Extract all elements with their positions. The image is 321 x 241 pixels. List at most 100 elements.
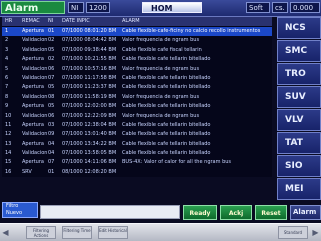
softkey-suv[interactable]: SUV <box>277 86 321 108</box>
row-type: Validacion <box>22 93 47 100</box>
filter-indicator[interactable]: Filtro Nuevo <box>2 202 38 218</box>
table-row[interactable]: 11 Apertura 03 07/1000 12:38:04 BM Cable fle… <box>2 121 272 130</box>
row-date: 07/1000 11:17:58 BM <box>62 74 117 81</box>
row-number: 2 <box>5 37 9 44</box>
row-type: Validacion <box>22 150 47 157</box>
row-date: 07/1000 09:38:44 BM <box>62 46 117 53</box>
row-alarm: Cable flexible cafe tellarin bitellado <box>122 140 211 147</box>
table-row[interactable]: 14 Validacion 04 07/1000 13:58:05 BM Cable f… <box>2 149 272 158</box>
row-number: 15 <box>5 159 12 166</box>
row-type: Apertura <box>22 140 44 147</box>
row-node: 01 <box>48 168 55 175</box>
filtering-time-button[interactable]: Filtering Time <box>62 226 92 239</box>
softkey-sio[interactable]: SIO <box>277 155 321 177</box>
table-row[interactable]: 15 Apertura 07 07/1000 14:11:06 BM BUS-4X: V… <box>2 158 272 167</box>
softkey-tro[interactable]: TRO <box>277 63 321 85</box>
table-header: HR REMAC NI DATE INPIC ALARM <box>2 17 272 26</box>
soft-indicator: Soft <box>246 2 270 13</box>
row-date: 07/1000 14:11:06 BM <box>62 159 117 166</box>
row-alarm: Cable flexible cafe tellarin bitellado <box>122 74 211 81</box>
mode-indicator: HOM <box>142 2 202 13</box>
scroll-right-icon[interactable]: ▶ <box>312 227 319 238</box>
table-row[interactable]: 1 Apertura 01 07/1000 08:01:20 BM Cable flex… <box>2 27 272 37</box>
table-row[interactable]: 10 Validacion 06 07/1000 12:22:09 BM Valor f… <box>2 112 272 121</box>
alarm-screen: Alarm NI 1200 HOM Soft cs. 0.000 HR REMA… <box>0 0 321 241</box>
table-row[interactable]: 13 Apertura 04 07/1000 13:34:22 BM Cable fle… <box>2 140 272 149</box>
edit-historical-button[interactable]: Edit Historical <box>98 226 128 239</box>
acknowledge-button[interactable]: Ackj <box>220 205 252 220</box>
row-node: 07 <box>48 159 55 166</box>
row-number: 11 <box>5 121 12 128</box>
row-node: 06 <box>48 65 55 72</box>
softkey-ncs[interactable]: NCS <box>277 17 321 39</box>
table-row[interactable]: 4 Apertura 02 07/1000 10:21:55 BM Cable flex… <box>2 55 272 64</box>
row-node: 07 <box>48 74 55 81</box>
table-row[interactable]: 8 Validacion 08 07/1000 11:58:19 BM Valor fr… <box>2 93 272 102</box>
table-body: 1 Apertura 01 07/1000 08:01:20 BM Cable flex… <box>2 27 272 177</box>
row-number: 6 <box>5 74 9 81</box>
row-node: 02 <box>48 37 55 44</box>
column-header-alarm: ALARM <box>122 18 140 24</box>
softkey-tat[interactable]: TAT <box>277 132 321 154</box>
row-node: 03 <box>48 121 55 128</box>
standard-button[interactable]: Standard <box>278 226 308 239</box>
softkey-mei[interactable]: MEI <box>277 178 321 200</box>
reset-button[interactable]: Reset <box>255 205 287 220</box>
row-node: 04 <box>48 150 55 157</box>
row-alarm: Cable flexible cafe fiscal tellarin <box>122 46 202 53</box>
scroll-left-icon[interactable]: ◀ <box>2 227 9 238</box>
row-type: Apertura <box>22 121 44 128</box>
table-row[interactable]: 2 Validacion 02 07/1000 08:04:42 BM Valor fr… <box>2 36 272 45</box>
counter-field: 1200 <box>86 2 110 13</box>
column-header-type: REMAC <box>22 18 40 24</box>
row-alarm: Cable flexible-cafe-ficiny no calcio rec… <box>122 28 261 34</box>
softkey-vlv[interactable]: VLV <box>277 109 321 131</box>
unit-indicator: cs. <box>272 2 288 13</box>
row-type: Apertura <box>22 28 44 34</box>
ready-button[interactable]: Ready <box>183 205 217 220</box>
row-type: Validacion <box>22 46 47 53</box>
row-number: 5 <box>5 65 9 72</box>
row-number: 4 <box>5 56 9 63</box>
table-row[interactable]: 12 Validacion 09 07/1000 13:01:40 BM Cable f… <box>2 130 272 139</box>
status-bar: Alarm NI 1200 HOM Soft cs. 0.000 <box>0 0 321 17</box>
filter-label: Filtro <box>6 203 19 209</box>
softkey-smc[interactable]: SMC <box>277 40 321 62</box>
row-number: 3 <box>5 46 9 53</box>
row-number: 13 <box>5 140 12 147</box>
row-date: 07/1000 13:34:22 BM <box>62 140 117 147</box>
row-alarm: Cable flexible cafe tellarin bitellado <box>122 121 211 128</box>
row-date: 07/1000 08:01:20 BM <box>62 28 117 34</box>
table-row[interactable]: 3 Validacion 05 07/1000 09:38:44 BM Cable fl… <box>2 46 272 55</box>
row-type: SRV <box>22 168 32 175</box>
row-node: 05 <box>48 84 55 91</box>
table-row[interactable]: 6 Validacion 07 07/1000 11:17:58 BM Cable fl… <box>2 74 272 83</box>
row-date: 07/1000 12:22:09 BM <box>62 112 117 119</box>
row-alarm: Valor frequencia de ngram bus <box>122 65 200 72</box>
table-row[interactable]: 16 SRV 01 08/1000 12:08:20 BM <box>2 168 272 177</box>
row-node: 05 <box>48 46 55 53</box>
row-node: 04 <box>48 140 55 147</box>
row-type: Apertura <box>22 103 44 110</box>
alarm-button[interactable]: Alarm <box>290 205 321 220</box>
filtering-actions-button[interactable]: Filtering Actions <box>26 226 56 239</box>
table-row[interactable]: 7 Apertura 05 07/1000 11:23:37 BM Cable flex… <box>2 83 272 92</box>
table-row[interactable]: 9 Apertura 05 07/1000 12:02:00 BM Cable flex… <box>2 102 272 111</box>
row-node: 06 <box>48 112 55 119</box>
row-type: Validacion <box>22 74 47 81</box>
row-type: Validacion <box>22 65 47 72</box>
row-type: Apertura <box>22 159 44 166</box>
message-bar <box>40 205 180 219</box>
table-row[interactable]: 5 Validacion 06 07/1000 10:57:16 BM Valor fr… <box>2 65 272 74</box>
row-number: 9 <box>5 103 9 110</box>
row-number: 7 <box>5 84 9 91</box>
row-node: 01 <box>48 28 55 34</box>
row-date: 07/1000 08:04:42 BM <box>62 37 117 44</box>
row-date: 07/1000 11:58:19 BM <box>62 93 117 100</box>
bottom-toolbar: ◀ Filtering Actions Filtering Time Edit … <box>0 223 321 241</box>
row-date: 07/1000 12:02:00 BM <box>62 103 117 110</box>
row-alarm: Valor frequencia de ngram bus <box>122 37 200 44</box>
column-header-date: DATE INPIC <box>62 18 90 24</box>
row-alarm: Cable flexible cafe tellarin bitellado <box>122 150 211 157</box>
row-type: Validacion <box>22 112 47 119</box>
